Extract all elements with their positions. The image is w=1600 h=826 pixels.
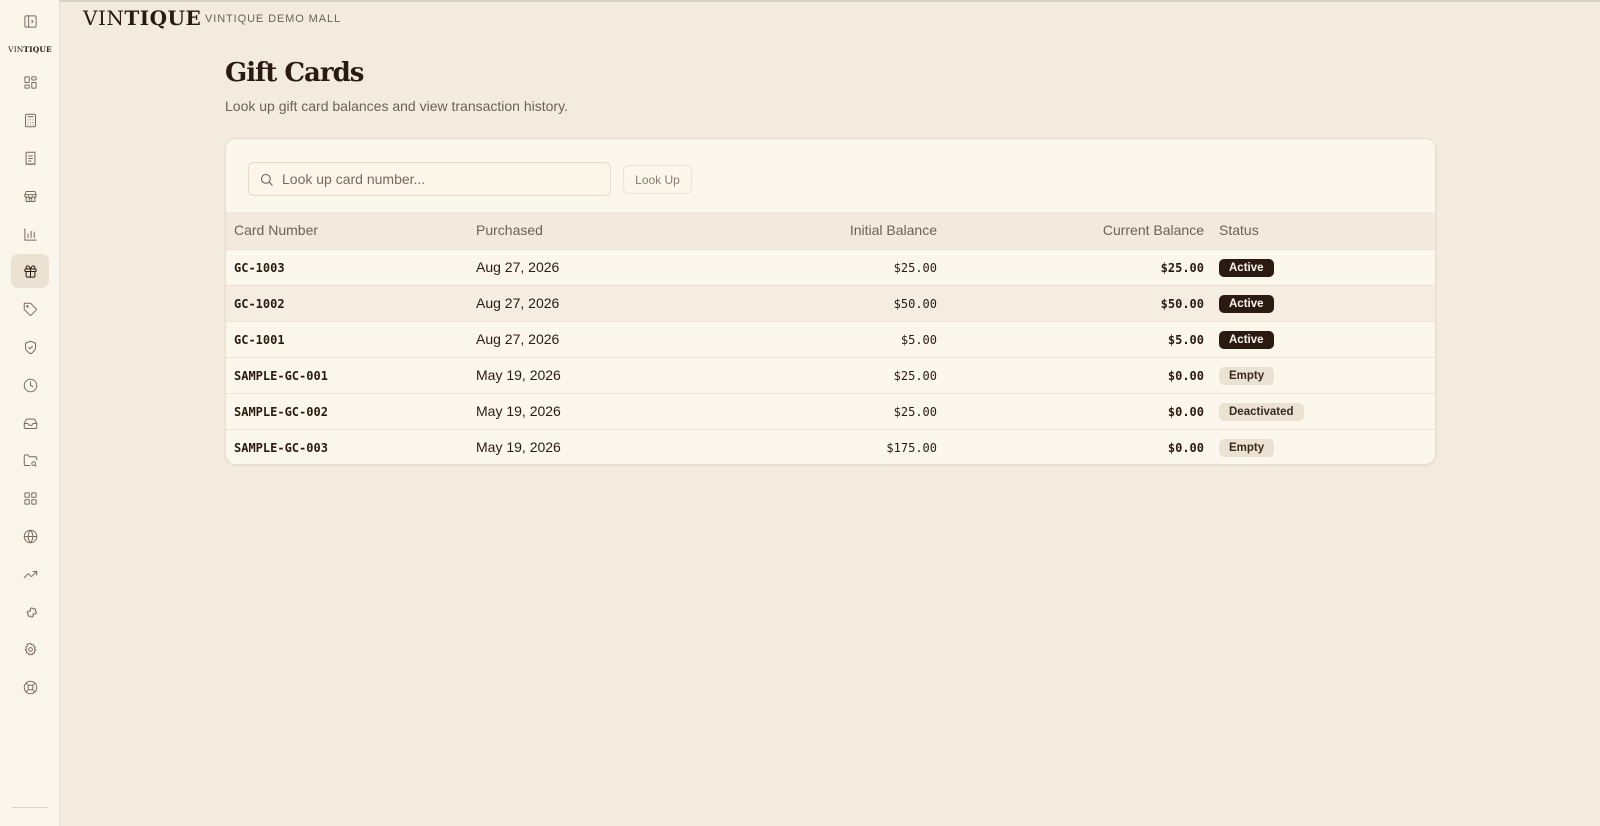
current-balance: $0.00	[1167, 369, 1204, 383]
initial-balance: $175.00	[886, 441, 937, 456]
layout-dashboard-icon	[23, 75, 37, 89]
search-icon	[260, 173, 273, 186]
top-border	[0, 0, 1600, 2]
panel-left-icon	[23, 14, 37, 28]
card-search-box	[248, 162, 611, 196]
look-up-button[interactable]: Look Up	[623, 165, 692, 194]
card-number: SAMPLE-GC-001	[234, 369, 328, 383]
clock-icon	[23, 378, 37, 392]
folder-search-icon	[23, 453, 37, 467]
sidebar-item-web[interactable]	[11, 519, 49, 553]
sidebar-item-support[interactable]	[11, 670, 49, 704]
receipt-icon	[25, 151, 35, 165]
table-row[interactable]: SAMPLE-GC-001 May 19, 2026 $25.00 $0.00 …	[226, 357, 1435, 393]
status-badge: Active	[1219, 258, 1274, 277]
sidebar: VINTIQUE	[0, 0, 60, 826]
sidebar-item-security[interactable]	[11, 330, 49, 364]
initial-balance: $25.00	[893, 369, 937, 383]
table-row[interactable]: GC-1002 Aug 27, 2026 $50.00 $50.00 Activ…	[226, 285, 1435, 321]
puzzle-icon	[26, 606, 37, 618]
card-number: GC-1002	[234, 297, 285, 311]
purchased-date: May 19, 2026	[476, 439, 561, 456]
sidebar-logo: VINTIQUE	[0, 45, 60, 54]
sidebar-item-trends[interactable]	[11, 557, 49, 591]
current-balance: $0.00	[1167, 405, 1204, 419]
current-balance: $5.00	[1167, 333, 1204, 347]
brand-logo-bold: TIQUE	[124, 6, 202, 30]
mini-logo-light: VIN	[8, 45, 24, 54]
table-row[interactable]: GC-1003 Aug 27, 2026 $25.00 $25.00 Activ…	[226, 249, 1435, 285]
brand-logo[interactable]: VINTIQUE	[83, 6, 201, 30]
globe-icon	[23, 529, 37, 543]
page-title: Gift Cards	[225, 58, 364, 88]
tag-icon	[23, 302, 37, 316]
table-header-row: Card Number Purchased Initial Balance Cu…	[226, 212, 1435, 249]
sidebar-item-reports[interactable]	[11, 217, 49, 251]
header-initial-balance[interactable]: Initial Balance	[716, 212, 937, 249]
gift-cards-table: Card Number Purchased Initial Balance Cu…	[226, 212, 1435, 464]
sidebar-item-settings[interactable]	[11, 632, 49, 666]
sidebar-toggle-button[interactable]	[11, 4, 49, 38]
purchased-date: May 19, 2026	[476, 367, 561, 383]
card-number: SAMPLE-GC-003	[234, 441, 328, 456]
card-number-input[interactable]	[282, 163, 602, 195]
calculator-icon	[24, 113, 36, 127]
shield-check-icon	[24, 340, 36, 354]
bar-chart-icon	[23, 227, 37, 241]
purchased-date: Aug 27, 2026	[476, 259, 560, 275]
sidebar-item-stores[interactable]	[11, 179, 49, 213]
gear-icon	[24, 642, 36, 655]
header-status[interactable]: Status	[1204, 212, 1435, 249]
sidebar-item-folders[interactable]	[11, 443, 49, 477]
card-number: SAMPLE-GC-002	[234, 405, 328, 419]
sidebar-divider	[12, 807, 48, 808]
lifebuoy-icon	[23, 680, 37, 694]
initial-balance: $25.00	[893, 405, 937, 419]
gift-icon	[23, 264, 37, 278]
store-icon	[23, 190, 37, 202]
purchased-date: Aug 27, 2026	[476, 331, 560, 347]
table-row[interactable]: SAMPLE-GC-002 May 19, 2026 $25.00 $0.00 …	[226, 393, 1435, 429]
initial-balance: $25.00	[893, 261, 937, 275]
inbox-icon	[23, 418, 37, 429]
mini-logo-bold: TIQUE	[23, 45, 52, 54]
purchased-date: May 19, 2026	[476, 403, 561, 419]
header-card-number[interactable]: Card Number	[226, 212, 476, 249]
current-balance: $50.00	[1160, 297, 1204, 311]
status-badge: Active	[1219, 294, 1274, 313]
table-row[interactable]: SAMPLE-GC-003 May 19, 2026 $175.00 $0.00…	[226, 429, 1435, 464]
brand-logo-light: VIN	[83, 6, 125, 30]
sidebar-item-inbox[interactable]	[11, 406, 49, 440]
grid-icon	[23, 491, 37, 505]
page-subtitle: Look up gift card balances and view tran…	[225, 98, 568, 114]
card-number: GC-1001	[234, 333, 285, 347]
purchased-date: Aug 27, 2026	[476, 295, 560, 311]
sidebar-item-integrations[interactable]	[11, 595, 49, 629]
status-badge: Active	[1219, 330, 1274, 349]
initial-balance: $50.00	[893, 297, 937, 311]
header-purchased[interactable]: Purchased	[476, 212, 716, 249]
current-balance: $25.00	[1160, 261, 1204, 275]
card-number: GC-1003	[234, 261, 285, 275]
status-badge: Empty	[1219, 438, 1275, 457]
sidebar-item-register[interactable]	[11, 103, 49, 137]
sidebar-item-dashboard[interactable]	[11, 65, 49, 99]
table-row[interactable]: GC-1001 Aug 27, 2026 $5.00 $5.00 Active	[226, 321, 1435, 357]
status-badge: Empty	[1219, 366, 1275, 385]
current-balance: $0.00	[1167, 441, 1204, 456]
gift-cards-panel: Look Up Card Number Purchased Initial Ba…	[225, 138, 1436, 465]
status-badge: Deactivated	[1219, 402, 1304, 421]
sidebar-item-tags[interactable]	[11, 292, 49, 326]
initial-balance: $5.00	[900, 333, 937, 347]
header-current-balance[interactable]: Current Balance	[937, 212, 1204, 249]
sidebar-item-gift-cards[interactable]	[11, 254, 49, 288]
mall-name: VINTIQUE DEMO MALL	[205, 13, 341, 25]
sidebar-item-apps[interactable]	[11, 481, 49, 515]
trending-up-icon	[23, 570, 37, 578]
sidebar-item-orders[interactable]	[11, 141, 49, 175]
sidebar-item-history[interactable]	[11, 368, 49, 402]
